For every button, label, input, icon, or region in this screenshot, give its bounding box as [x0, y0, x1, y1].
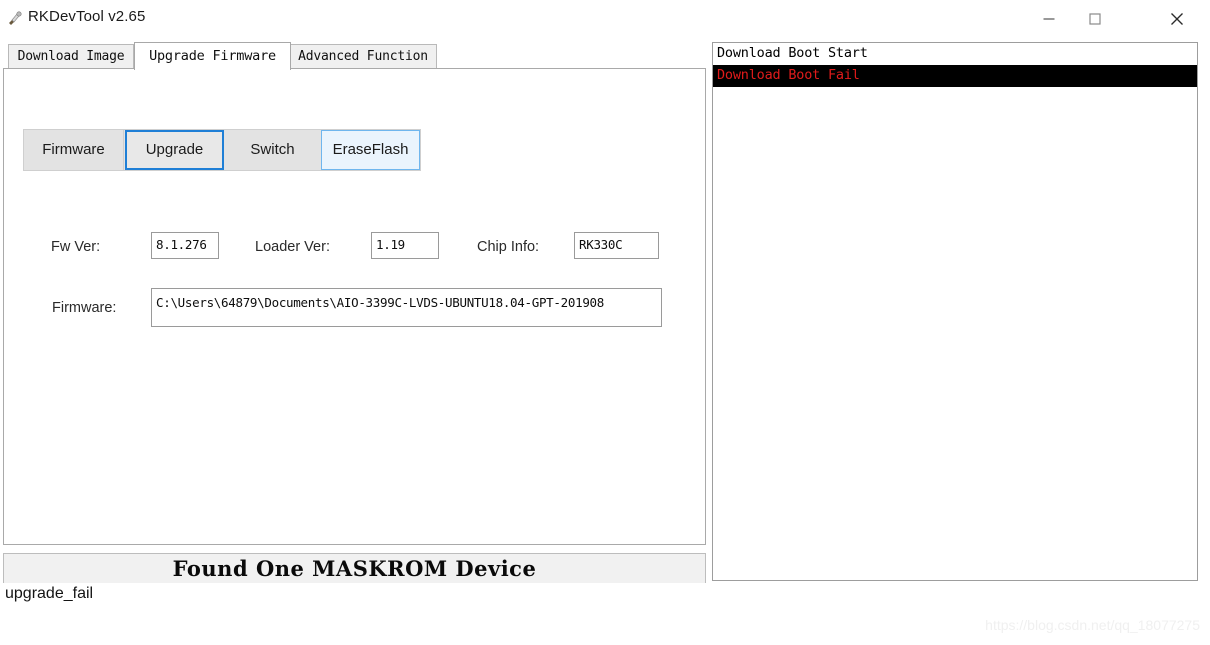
- app-icon: [7, 10, 23, 26]
- tab-strip: Download Image Upgrade Firmware Advanced…: [3, 42, 706, 70]
- chip-info-label: Chip Info:: [477, 239, 540, 255]
- image-caption: upgrade_fail: [5, 585, 94, 602]
- minimize-icon[interactable]: [1026, 5, 1072, 33]
- tab-advanced-function[interactable]: Advanced Function: [289, 44, 437, 68]
- fw-ver-label: Fw Ver:: [51, 239, 101, 255]
- erase-flash-button[interactable]: EraseFlash: [321, 130, 420, 170]
- action-button-group: Firmware Upgrade Switch EraseFlash: [23, 129, 421, 171]
- window-title: RKDevTool v2.65: [28, 8, 146, 25]
- chip-info-field[interactable]: RK330C: [574, 232, 659, 259]
- app-window: RKDevTool v2.65 Download Image Upgrade F…: [0, 0, 1210, 583]
- log-row[interactable]: Download Boot Fail: [713, 65, 1197, 87]
- tab-area: Download Image Upgrade Firmware Advanced…: [3, 42, 706, 545]
- firmware-path-field[interactable]: C:\Users\64879\Documents\AIO-3399C-LVDS-…: [151, 288, 662, 327]
- tab-download-image[interactable]: Download Image: [8, 44, 134, 68]
- log-row[interactable]: Download Boot Start: [713, 43, 1197, 65]
- log-panel[interactable]: Download Boot Start Download Boot Fail: [712, 42, 1198, 581]
- firmware-button[interactable]: Firmware: [24, 130, 124, 170]
- tab-upgrade-firmware[interactable]: Upgrade Firmware: [134, 42, 291, 70]
- status-bar-text: Found One MASKROM Device: [172, 556, 537, 581]
- fw-ver-field[interactable]: 8.1.276: [151, 232, 219, 259]
- upgrade-button[interactable]: Upgrade: [125, 130, 224, 170]
- title-bar: RKDevTool v2.65: [0, 5, 1210, 33]
- watermark: https://blog.csdn.net/qq_18077275: [985, 617, 1200, 633]
- status-bar: Found One MASKROM Device: [3, 553, 706, 583]
- firmware-path-label: Firmware:: [52, 300, 117, 316]
- maximize-icon[interactable]: [1072, 5, 1118, 33]
- tab-panel-upgrade-firmware: Firmware Upgrade Switch EraseFlash Fw Ve…: [3, 68, 706, 545]
- loader-ver-label: Loader Ver:: [255, 239, 330, 255]
- switch-button[interactable]: Switch: [225, 130, 320, 170]
- loader-ver-field[interactable]: 1.19: [371, 232, 439, 259]
- close-icon[interactable]: [1154, 5, 1200, 33]
